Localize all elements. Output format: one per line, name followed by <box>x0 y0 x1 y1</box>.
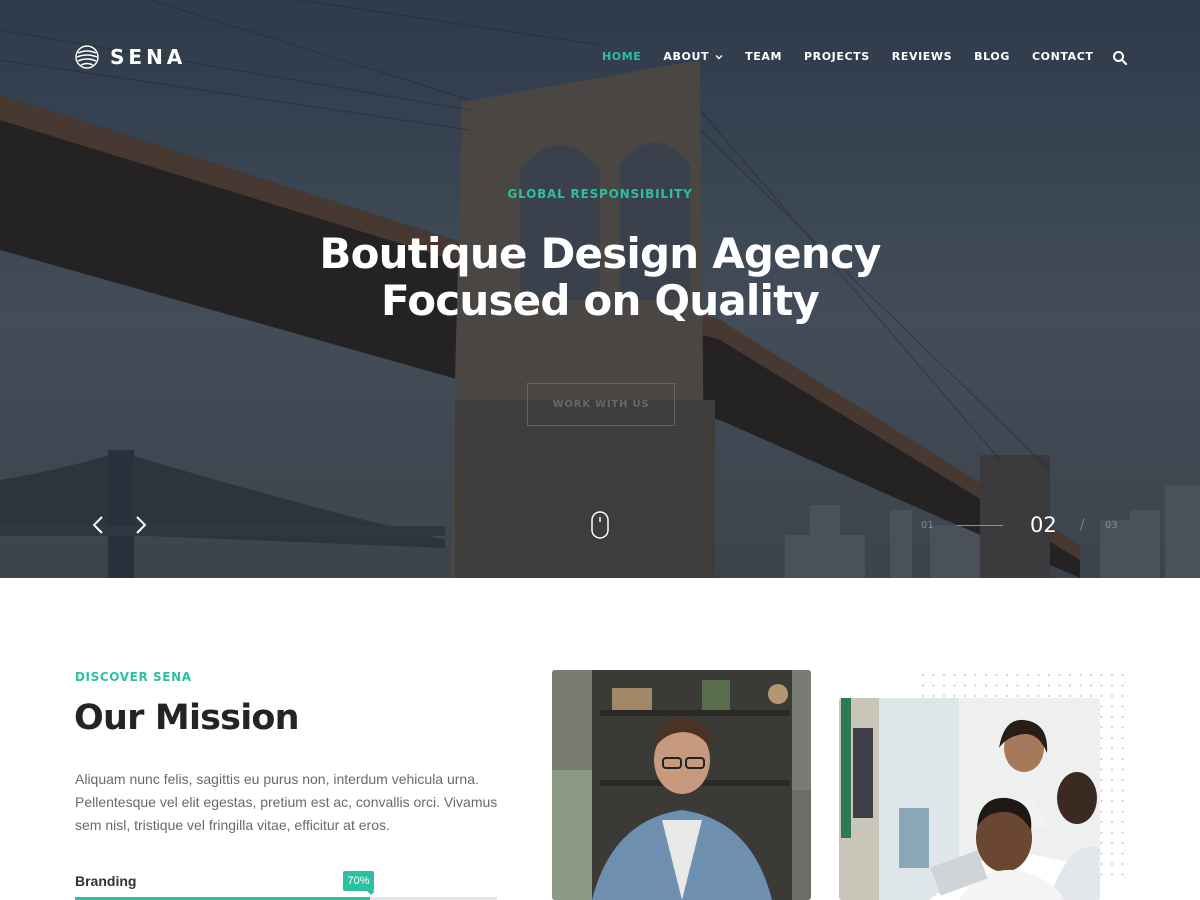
hero-eyebrow: GLOBAL RESPONSIBILITY <box>507 187 693 201</box>
slide-progress-line <box>957 525 1003 526</box>
chevron-down-icon <box>715 54 723 59</box>
mission-paragraph: Aliquam nunc felis, sagittis eu purus no… <box>75 771 498 833</box>
nav-about-label: ABOUT <box>663 50 710 63</box>
team-photo-office <box>839 698 1100 900</box>
slider-next-arrow-icon[interactable] <box>133 515 149 535</box>
skill-label: Branding <box>75 873 137 889</box>
hero-headline: Boutique Design Agency Focused on Qualit… <box>0 230 1200 324</box>
work-with-us-button[interactable]: WORK WITH US <box>527 383 675 426</box>
nav-reviews[interactable]: REVIEWS <box>892 50 952 63</box>
mission-title: Our Mission <box>74 698 300 738</box>
mission-eyebrow: DISCOVER SENA <box>75 670 192 684</box>
scroll-mouse-icon[interactable] <box>591 511 609 539</box>
nav-about[interactable]: ABOUT <box>663 50 723 63</box>
brand-name: SENA <box>110 45 187 69</box>
globe-stripes-icon <box>75 45 99 69</box>
brand-logo[interactable]: SENA <box>74 44 186 70</box>
nav-team[interactable]: TEAM <box>745 50 782 63</box>
slider-prev-arrow-icon[interactable] <box>90 515 106 535</box>
team-photo-man <box>552 670 811 900</box>
slide-indicator-prev[interactable]: 01 <box>921 520 934 531</box>
main-nav: HOME ABOUT TEAM PROJECTS REVIEWS BLOG CO… <box>602 50 1116 63</box>
hero-headline-line1: Boutique Design Agency <box>319 229 881 278</box>
nav-projects[interactable]: PROJECTS <box>804 50 870 63</box>
slide-indicator-current: 02 <box>1030 513 1057 537</box>
nav-blog[interactable]: BLOG <box>974 50 1010 63</box>
slide-indicator-next[interactable]: 03 <box>1105 520 1118 531</box>
slide-indicator-separator: / <box>1080 517 1085 533</box>
skill-percent-badge: 70% <box>343 871 375 895</box>
search-icon[interactable] <box>1112 50 1128 66</box>
hero-headline-line2: Focused on Quality <box>381 276 820 325</box>
nav-contact[interactable]: CONTACT <box>1032 50 1094 63</box>
nav-home[interactable]: HOME <box>602 50 641 63</box>
hero-section: SENA HOME ABOUT TEAM PROJECTS REVIEWS BL… <box>0 0 1200 578</box>
